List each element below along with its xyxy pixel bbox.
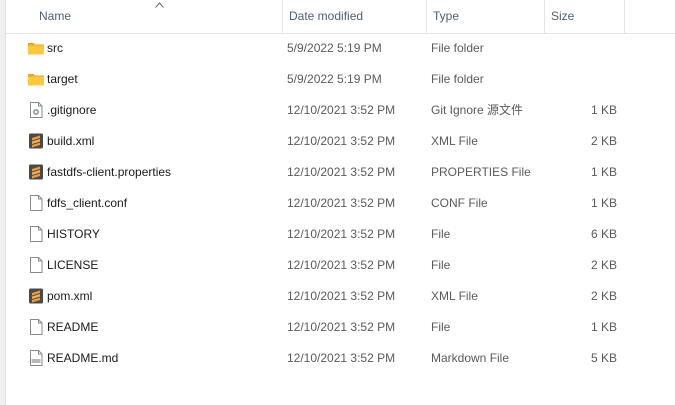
file-name: pom.xml [47,289,93,303]
sublime-file-icon [27,163,45,181]
file-type: File [431,227,451,241]
folder-icon [27,70,45,88]
file-name: README [47,320,99,334]
file-date-modified: 12/10/2021 3:52 PM [287,289,396,303]
file-name: target [47,72,78,86]
file-type: Markdown File [431,351,510,365]
file-type: Git Ignore 源文件 [431,103,524,117]
file-row[interactable]: target 5/9/2022 5:19 PM File folder [5,64,675,95]
file-date-modified: 5/9/2022 5:19 PM [287,41,382,55]
file-size: 1 KB [590,103,617,117]
file-name: build.xml [47,134,95,148]
file-row[interactable]: README 12/10/2021 3:52 PM File 1 KB [5,312,675,343]
file-row[interactable]: build.xml 12/10/2021 3:52 PM XML File 2 KB [5,126,675,157]
column-header-date[interactable]: Date modified [283,0,427,33]
file-size [545,64,617,95]
file-name: README.md [47,351,119,365]
sort-ascending-icon [155,2,164,8]
file-size [545,33,617,64]
file-type: File [431,258,451,272]
file-size: 5 KB [590,351,617,365]
file-size: 6 KB [590,227,617,241]
file-name: fdfs_client.conf [47,196,128,210]
file-row[interactable]: .gitignore 12/10/2021 3:52 PM Git Ignore 源… [5,95,675,126]
file-date-modified: 5/9/2022 5:19 PM [287,72,382,86]
file-name: LICENSE [47,258,99,272]
file-date-modified: 12/10/2021 3:52 PM [287,165,396,179]
file-row[interactable]: LICENSE 12/10/2021 3:52 PM File 2 KB [5,250,675,281]
file-name: HISTORY [47,227,100,241]
file-size: 1 KB [590,196,617,210]
column-header-bar: Name Date modified Type Size [5,0,675,34]
file-row[interactable]: pom.xml 12/10/2021 3:52 PM XML File 2 KB [5,281,675,312]
file-type: XML File [431,289,478,303]
file-row[interactable]: HISTORY 12/10/2021 3:52 PM File 6 KB [5,219,675,250]
file-date-modified: 12/10/2021 3:52 PM [287,227,396,241]
file-row[interactable]: fdfs_client.conf 12/10/2021 3:52 PM CONF F… [5,188,675,219]
file-name: src [47,41,63,55]
file-row[interactable]: src 5/9/2022 5:19 PM File folder [5,33,675,64]
gear-file-icon [27,101,45,119]
file-size: 2 KB [590,258,617,272]
file-date-modified: 12/10/2021 3:52 PM [287,258,396,272]
blank-file-icon [27,194,45,212]
file-size: 1 KB [590,320,617,334]
file-size: 1 KB [590,165,617,179]
file-name: fastdfs-client.properties [47,165,172,179]
file-date-modified: 12/10/2021 3:52 PM [287,351,396,365]
file-date-modified: 12/10/2021 3:52 PM [287,320,396,334]
blank-file-icon [27,256,45,274]
markdown-file-icon [27,349,45,367]
file-date-modified: 12/10/2021 3:52 PM [287,196,396,210]
file-date-modified: 12/10/2021 3:52 PM [287,134,396,148]
file-type: File [431,320,451,334]
file-type: PROPERTIES File [431,165,531,179]
column-header-type[interactable]: Type [427,0,545,33]
file-row[interactable]: fastdfs-client.properties 12/10/2021 3:52… [5,157,675,188]
file-size: 2 KB [590,134,617,148]
file-type: CONF File [431,196,488,210]
sublime-file-icon [27,132,45,150]
file-name: .gitignore [47,103,97,117]
file-date-modified: 12/10/2021 3:52 PM [287,103,396,117]
file-type: File folder [431,41,484,55]
blank-file-icon [27,225,45,243]
file-type: XML File [431,134,478,148]
file-size: 2 KB [590,289,617,303]
blank-file-icon [27,318,45,336]
file-row[interactable]: README.md 12/10/2021 3:52 PM Markdown File… [5,343,675,374]
file-type: File folder [431,72,484,86]
folder-icon [27,39,45,57]
sublime-file-icon [27,287,45,305]
column-header-size[interactable]: Size [545,0,625,33]
